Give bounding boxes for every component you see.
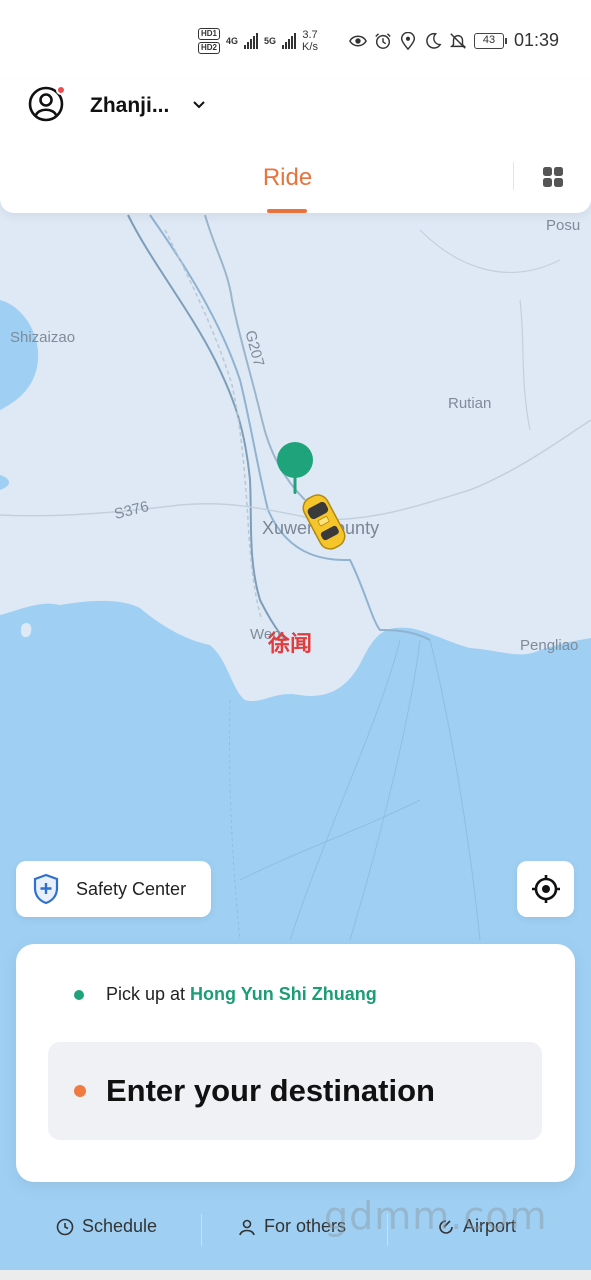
city-selector[interactable]: Zhanji... <box>90 94 169 118</box>
location-icon <box>400 31 415 50</box>
pickup-prefix: Pick up at <box>106 984 186 1004</box>
network-5g-label: 5G <box>264 36 277 46</box>
booking-card: Pick up at Hong Yun Shi Zhuang Enter you… <box>16 944 575 1182</box>
map-label-posu: Posu <box>546 217 581 234</box>
person-icon <box>239 1219 255 1235</box>
safety-center-button[interactable]: Safety Center <box>16 861 211 917</box>
notification-dot <box>56 85 66 95</box>
map-label-xuwen-cn: 徐闻 <box>268 631 313 656</box>
moon-icon <box>426 32 442 49</box>
crosshair-icon <box>531 875 560 903</box>
schedule-button[interactable]: Schedule <box>56 1216 157 1237</box>
top-header: Zhanji... Ride <box>0 80 591 213</box>
tab-ride[interactable]: Ride <box>0 164 575 192</box>
battery-icon: 43 <box>473 32 507 49</box>
home-strip <box>0 1270 591 1280</box>
eye-icon <box>349 35 367 46</box>
map-label-pengliao: Pengliao <box>520 637 579 654</box>
profile-avatar-button[interactable] <box>28 85 66 122</box>
network-4g-label: 4G <box>226 36 239 46</box>
shield-plus-icon <box>33 873 59 905</box>
tab-active-indicator <box>267 209 307 213</box>
signal-bars-icon <box>244 33 259 49</box>
header-divider <box>513 162 514 190</box>
status-bar: HD1 HD2 4G 5G 3.7 K/s 43 01:39 <box>0 0 591 80</box>
locate-me-button[interactable] <box>517 861 574 917</box>
clock-icon <box>56 1218 74 1235</box>
grid-menu-icon[interactable] <box>542 166 564 188</box>
watermark: gdmm.com <box>324 1194 548 1238</box>
map-label-rutian: Rutian <box>448 395 492 412</box>
alarm-icon <box>375 32 391 49</box>
map-label-shizaizao: Shizaizao <box>10 329 76 346</box>
signal-bars-2-icon <box>282 33 297 49</box>
destination-input[interactable]: Enter your destination <box>48 1042 542 1140</box>
destination-dot-icon <box>74 1085 86 1097</box>
pickup-location-row[interactable]: Pick up at Hong Yun Shi Zhuang <box>74 984 377 1005</box>
pickup-dot-icon <box>74 989 84 1000</box>
safety-center-label: Safety Center <box>76 878 187 899</box>
destination-placeholder: Enter your destination <box>106 1073 435 1108</box>
car-icon <box>297 488 351 556</box>
hd-indicator: HD1 HD2 <box>198 28 221 54</box>
network-speed: 3.7 K/s <box>302 29 318 53</box>
chevron-down-icon[interactable] <box>192 98 206 112</box>
action-divider <box>201 1214 202 1246</box>
mute-bell-icon <box>449 32 466 49</box>
pickup-place[interactable]: Hong Yun Shi Zhuang <box>190 984 377 1005</box>
clock-time: 01:39 <box>513 30 559 50</box>
